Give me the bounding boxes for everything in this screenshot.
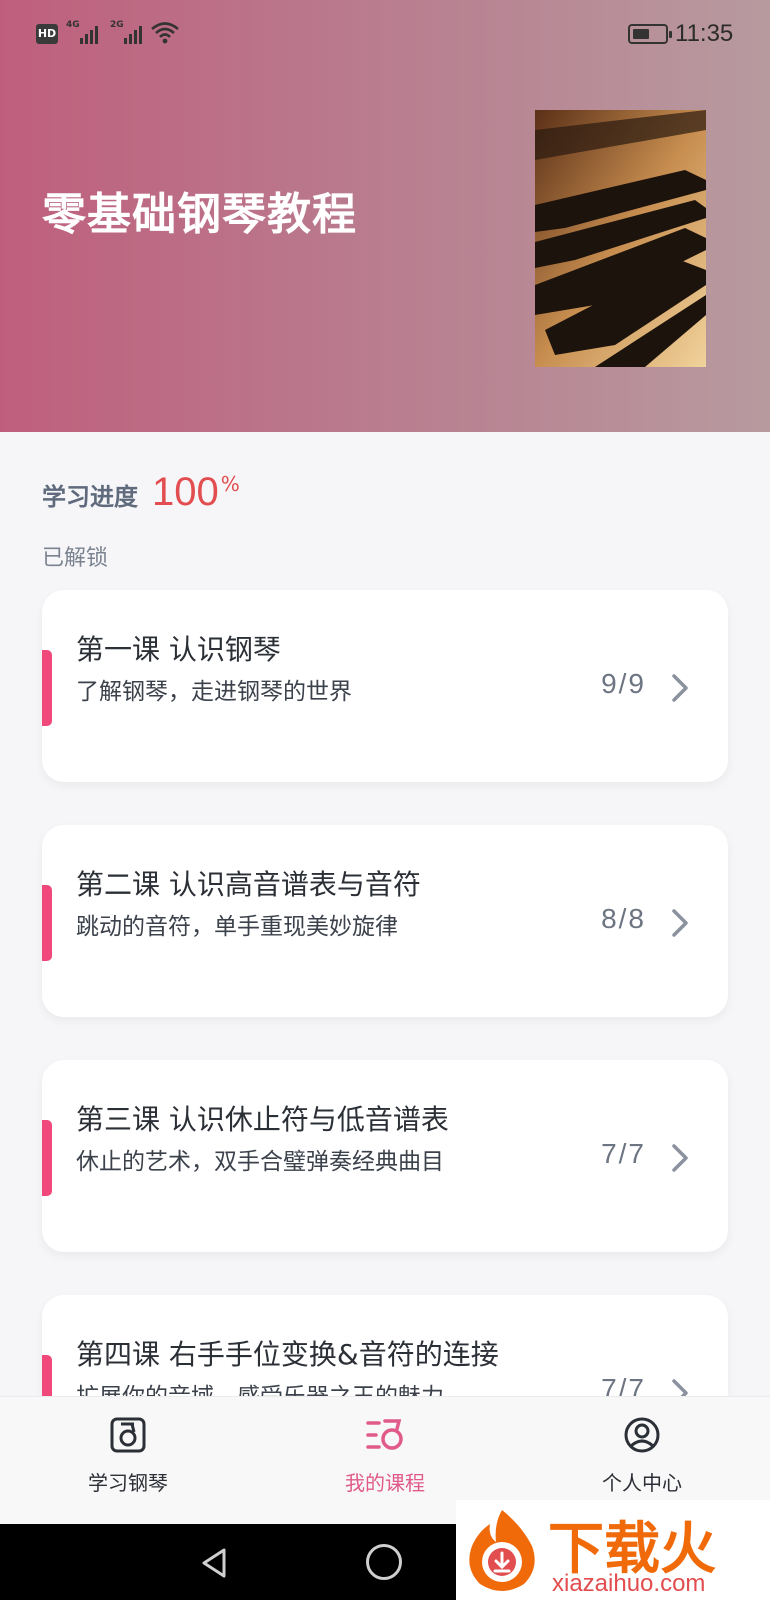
lesson-title: 第三课 认识休止符与低音谱表 (76, 1103, 449, 1136)
fire-logo-icon (469, 1510, 535, 1591)
wifi-icon (151, 22, 179, 44)
lesson-card-2[interactable]: 第二课 认识高音谱表与音符 跳动的音符，单手重现美妙旋律 8/8 (42, 825, 728, 1017)
my-courses-icon (366, 1419, 403, 1450)
unlocked-label: 已解锁 (42, 546, 109, 571)
lesson-title: 第一课 认识钢琴 (76, 633, 281, 666)
lesson-count: 8/8 (601, 903, 646, 934)
battery-icon (628, 24, 672, 44)
chevron-right-icon (672, 909, 688, 937)
header-banner: HD 4G 2G 11:35 零基础钢琴教程 (0, 0, 770, 432)
lesson-accent-bar (42, 1120, 52, 1196)
watermark-url: xiazaihuo.com (552, 1570, 706, 1597)
back-icon[interactable] (198, 1546, 230, 1580)
tab-profile[interactable]: 个人中心 (552, 1415, 732, 1496)
tab-label: 个人中心 (602, 1471, 682, 1495)
course-title: 零基础钢琴教程 (42, 189, 357, 240)
home-icon[interactable] (366, 1544, 402, 1580)
piano-learn-icon (110, 1417, 146, 1453)
progress-unit: % (220, 472, 240, 496)
lesson-title: 第四课 右手手位变换&音符的连接 (76, 1338, 499, 1371)
learning-progress: 学习进度 100 % (42, 470, 240, 515)
progress-label: 学习进度 (42, 483, 138, 511)
watermark: 下载火 xiazaihuo.com (456, 1500, 770, 1600)
lesson-title: 第二课 认识高音谱表与音符 (76, 868, 421, 901)
profile-icon (624, 1417, 660, 1453)
lesson-count: 7/7 (601, 1138, 646, 1169)
lesson-description: 跳动的音符，单手重现美妙旋律 (76, 914, 398, 940)
piano-keys-image (535, 110, 706, 367)
lesson-card-3[interactable]: 第三课 认识休止符与低音谱表 休止的艺术，双手合璧弹奏经典曲目 7/7 (42, 1060, 728, 1252)
tab-learn-piano[interactable]: 学习钢琴 (38, 1415, 218, 1496)
tab-label: 学习钢琴 (88, 1471, 168, 1495)
tab-label: 我的课程 (345, 1471, 425, 1495)
status-time: 11:35 (675, 20, 734, 47)
lesson-card-1[interactable]: 第一课 认识钢琴 了解钢琴，走进钢琴的世界 9/9 (42, 590, 728, 782)
lesson-accent-bar (42, 650, 52, 726)
tab-my-courses[interactable]: 我的课程 (295, 1415, 475, 1496)
lesson-count: 9/9 (601, 668, 646, 699)
chevron-right-icon (672, 1144, 688, 1172)
hd-badge: HD (36, 24, 58, 44)
progress-value: 100 (152, 470, 219, 514)
chevron-right-icon (672, 674, 688, 702)
status-bar: HD 4G 2G 11:35 (36, 20, 734, 47)
lesson-accent-bar (42, 885, 52, 961)
lesson-description: 休止的艺术，双手合璧弹奏经典曲目 (76, 1149, 444, 1175)
lesson-description: 了解钢琴，走进钢琴的世界 (76, 679, 352, 705)
